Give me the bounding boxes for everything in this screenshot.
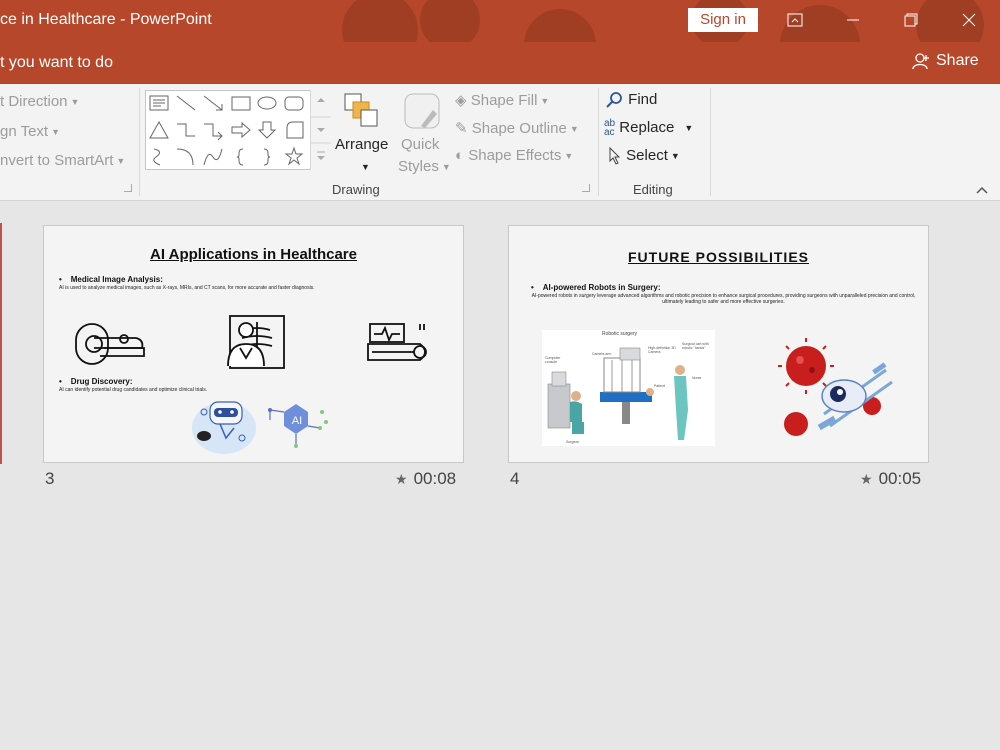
replace-button[interactable]: ab ac Replace ▼ [604,118,694,139]
arrange-button[interactable]: Arrange ▼ [333,90,393,180]
replace-icon: ab ac [604,118,616,139]
slide-sorter[interactable]: AI Applications in Healthcare • Medical … [0,201,1000,750]
chevron-down-icon: ▼ [564,151,574,162]
doctor-xray-icon [227,315,285,369]
person-add-icon [912,53,929,70]
chevron-down-icon: ▼ [51,127,61,138]
robotic-surgery-diagram: Robotic surgery Computer console Camera … [542,330,715,446]
minimize-button[interactable] [830,0,876,40]
robot-icon [192,401,256,454]
slide-number: 4 [510,469,520,488]
quick-styles-icon [404,93,440,129]
pencil-icon: ✎ [455,120,468,137]
ribbon: t Direction ▼ gn Text ▼ nvert to SmartArt ▼ [0,84,1000,201]
shape-fill-button[interactable]: ◈ Shape Fill ▼ [455,91,549,109]
convert-smartart-button[interactable]: nvert to SmartArt ▼ [0,152,125,169]
group-separator [139,88,140,196]
close-icon [962,13,976,27]
close-button[interactable] [946,0,992,40]
share-button[interactable]: Share [912,52,979,70]
ribbon-display-icon [787,13,803,27]
slide-body: AI-powered robots in surgery leverage ad… [531,293,916,305]
chevron-down-icon: ▼ [361,162,370,172]
slide-thumbnail-4[interactable]: FUTURE POSSIBILITIES • AI-powered Robots… [508,225,929,463]
virus-icon [778,338,834,394]
effects-icon: ◐ [455,147,465,164]
chevron-down-icon: ▼ [670,151,680,162]
slide-duration[interactable]: ★ 00:08 [395,469,456,489]
shape-outline-button[interactable]: ✎ Shape Outline ▼ [455,119,579,137]
scanning-machine-icon [367,323,427,361]
paint-bucket-icon: ◈ [455,92,467,109]
arrange-icon [344,93,378,127]
editing-group-label: Editing [633,182,673,197]
quick-styles-label: Styles ▼ [398,158,451,175]
restore-icon [904,13,918,27]
slide-illustrations: AI [75,315,427,454]
drawing-dialog-launcher[interactable] [582,184,590,192]
shape-effects-button[interactable]: ◐ Shape Effects ▼ [455,147,573,164]
window-title: ce in Healthcare - PowerPoint [0,11,212,28]
slide-thumbnail-3[interactable]: AI Applications in Healthcare • Medical … [43,225,464,463]
minimize-icon [847,19,859,21]
chevron-down-icon: ▼ [569,124,579,135]
virus-robot-illustration [778,338,893,436]
drawing-group-label: Drawing [332,182,380,197]
group-separator [598,88,599,196]
previous-slide-edge[interactable] [0,223,2,464]
surgery-scene [547,347,688,440]
slide-bullet: • AI-powered Robots in Surgery: [531,283,661,292]
shapes-gallery-icons [149,95,304,166]
chevron-down-icon: ▼ [540,96,550,107]
virus-icon [784,412,808,436]
nanobot-icon [817,362,893,431]
find-button[interactable]: Find [606,91,657,109]
slide-bullet: • Drug Discovery: [59,377,133,386]
gallery-scroll-icons [311,98,331,160]
tell-me-bar: t you want to do Share [0,42,1000,84]
chevron-up-icon [976,186,988,194]
collapse-ribbon-button[interactable] [975,182,989,200]
slide-number: 3 [45,469,55,488]
slide-duration[interactable]: ★ 00:05 [860,469,921,489]
select-button[interactable]: Select ▼ [608,146,680,165]
chevron-down-icon: ▼ [684,123,694,134]
chevron-down-icon: ▼ [116,156,126,167]
mri-scanner-icon [75,323,145,365]
transition-star-icon: ★ [860,470,873,487]
chevron-down-icon: ▼ [70,97,80,108]
gallery-scrollbar[interactable] [310,90,331,170]
search-icon [606,92,622,108]
ribbon-display-options-button[interactable] [772,0,818,40]
slide-title: FUTURE POSSIBILITIES [627,249,809,265]
cursor-icon [609,146,621,165]
quick-styles-button[interactable]: Quick Styles ▼ [398,90,451,180]
restore-button[interactable] [888,0,934,40]
slide-body: AI can identify potential drug candidate… [59,387,208,393]
sign-in-button[interactable]: Sign in [688,8,758,32]
paragraph-dialog-launcher[interactable] [124,184,132,192]
group-separator [710,88,711,196]
tell-me-input[interactable]: t you want to do [0,54,113,72]
share-label: Share [936,52,979,69]
align-text-button[interactable]: gn Text ▼ [0,123,60,140]
title-bar: ce in Healthcare - PowerPoint Sign in [0,0,1000,42]
shapes-gallery[interactable] [145,90,331,170]
text-direction-button[interactable]: t Direction ▼ [0,93,79,110]
transition-star-icon: ★ [395,470,408,487]
ai-chip-label: AI [292,415,302,427]
